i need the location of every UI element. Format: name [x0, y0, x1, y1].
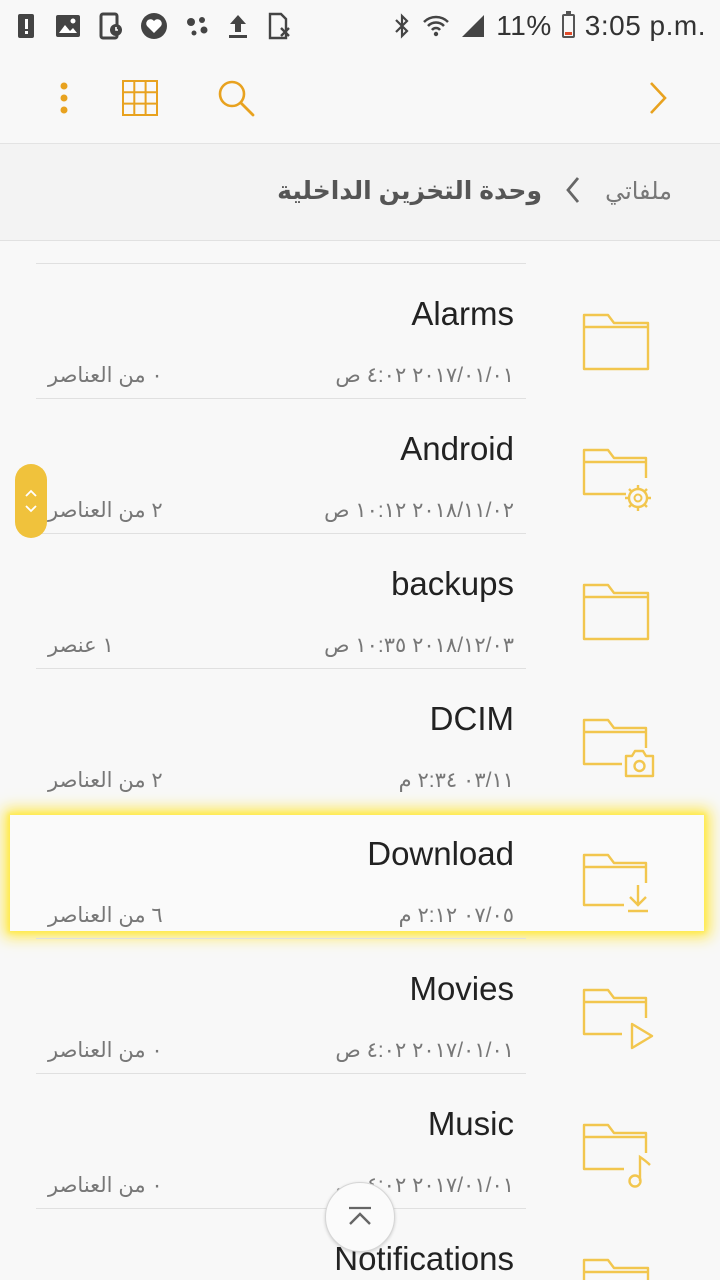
more-options-button[interactable]: [40, 74, 88, 122]
folder-name: DCIM: [429, 700, 514, 737]
grid-view-button[interactable]: [116, 74, 164, 122]
divider: [36, 1208, 526, 1209]
list-item[interactable]: Movies ٢٠١٧/٠١/٠١ ٤:٠٢ ص ٠ من العناصر: [0, 938, 720, 1073]
chevron-left-icon: [566, 177, 580, 203]
folder-date: ٢٠١٨/١٢/٠٣ ١٠:٣٥ ص: [324, 634, 514, 657]
clock: 3:05 p.m.: [584, 10, 706, 41]
divider: [36, 533, 526, 534]
more-vert-icon: [60, 82, 68, 114]
divider: [36, 263, 526, 264]
folder-item-count: ٦ من العناصر: [48, 904, 163, 927]
folder-name: Movies: [409, 970, 514, 1007]
battery-icon: [561, 11, 575, 38]
signal-icon: [462, 15, 485, 37]
chevron-right-icon: [650, 82, 667, 114]
divider: [36, 398, 526, 399]
breadcrumb-root[interactable]: ملفاتي: [605, 177, 672, 206]
alert-icon: [18, 14, 34, 38]
app-bar: [0, 52, 720, 144]
folder-item-count: ٢ من العناصر: [48, 499, 163, 522]
list-item[interactable]: Download ٠٧/٠٥ ٢:١٢ م ٦ من العناصر: [0, 803, 720, 938]
folder-name: Alarms: [411, 295, 514, 332]
assistant-dots-icon: [187, 17, 208, 36]
folder-item-count: ٠ من العناصر: [48, 1039, 163, 1062]
battery-percent: 11%: [496, 10, 552, 41]
fast-scroll-handle[interactable]: [15, 464, 47, 538]
folder-play-icon: [582, 988, 654, 1050]
folder-item-count: ١ عنصر: [48, 634, 114, 657]
folder-icon: [582, 313, 650, 371]
heart-shield-icon: [141, 13, 167, 39]
folder-item-count: ٠ من العناصر: [48, 364, 163, 387]
folder-date: ٠٧/٠٥ ٢:١٢ م: [398, 904, 514, 927]
folder-download-icon: [582, 853, 648, 913]
folder-item-count: ٠ من العناصر: [48, 1174, 163, 1197]
folder-settings-icon: [582, 448, 651, 511]
wifi-icon: [423, 15, 450, 37]
notification-icons: [14, 12, 292, 40]
list-item[interactable]: Android ٢٠١٨/١١/٠٢ ١٠:١٢ ص ٢ من العناصر: [0, 398, 720, 533]
divider: [36, 668, 526, 669]
search-button[interactable]: [212, 74, 260, 122]
upload-icon: [229, 15, 247, 38]
folder-list: Alarms ٢٠١٧/٠١/٠١ ٤:٠٢ ص ٠ من العناصر An…: [0, 241, 720, 1280]
folder-name: Download: [367, 835, 514, 872]
divider: [36, 938, 526, 939]
folder-name: backups: [391, 565, 514, 602]
folder-icon: [582, 583, 650, 641]
folder-music-icon: [582, 1123, 651, 1188]
breadcrumb-current[interactable]: وحدة التخزين الداخلية: [277, 176, 542, 206]
divider: [36, 1073, 526, 1074]
scroll-to-top-button[interactable]: [325, 1182, 395, 1252]
sim-off-icon: [268, 12, 290, 40]
folder-date: ٢٠١٧/٠١/٠١ ٤:٠٢ ص: [335, 1039, 514, 1062]
folder-date: ٢٠١٨/١١/٠٢ ١٠:١٢ ص: [324, 499, 514, 522]
list-item[interactable]: backups ٢٠١٨/١٢/٠٣ ١٠:٣٥ ص ١ عنصر: [0, 533, 720, 668]
status-bar: 11% 3:05 p.m.: [0, 0, 720, 52]
list-item[interactable]: Alarms ٢٠١٧/٠١/٠١ ٤:٠٢ ص ٠ من العناصر: [0, 263, 720, 398]
grid-view-icon: [122, 80, 158, 116]
list-item[interactable]: DCIM ٠٣/١١ ٢:٣٤ م ٢ من العناصر: [0, 668, 720, 803]
chevron-down-icon: [25, 505, 37, 513]
folder-date: ٢٠١٧/٠١/٠١ ٤:٠٢ ص: [335, 364, 514, 387]
folder-item-count: ٢ من العناصر: [48, 769, 163, 792]
folder-name: Android: [400, 430, 514, 467]
bluetooth-icon: [395, 13, 409, 39]
folder-name: Music: [427, 1105, 514, 1142]
folder-camera-icon: [582, 718, 655, 778]
chevron-up-icon: [25, 489, 37, 497]
folder-icon: [582, 1258, 650, 1280]
folder-date: ٠٣/١١ ٢:٣٤ م: [398, 769, 514, 792]
forward-button[interactable]: [634, 74, 682, 122]
search-icon: [218, 80, 255, 117]
breadcrumb: ملفاتي وحدة التخزين الداخلية: [0, 144, 720, 241]
system-indicators: 11% 3:05 p.m.: [392, 10, 706, 42]
tablet-alarm-icon: [99, 12, 122, 40]
scroll-to-top-icon: [349, 1206, 371, 1225]
image-icon: [56, 15, 80, 37]
